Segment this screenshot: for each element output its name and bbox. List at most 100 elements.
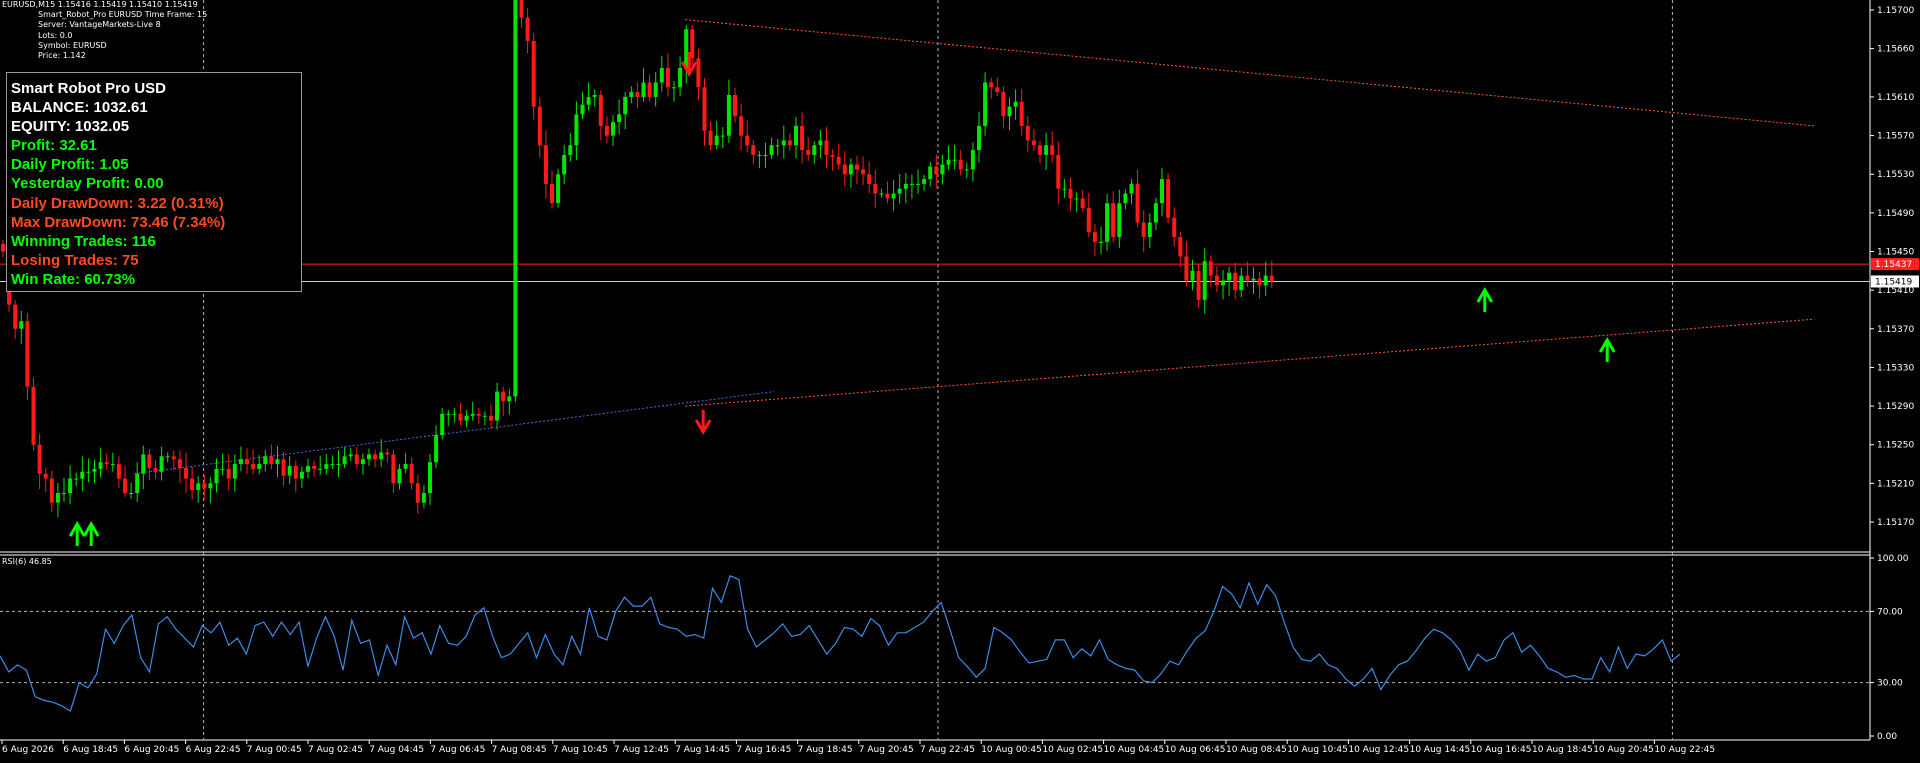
x-tick-label: 7 Aug 20:45 <box>859 745 914 755</box>
candle-body <box>251 464 256 469</box>
candle-body <box>1056 154 1061 189</box>
candle-body <box>232 464 237 479</box>
candle-body <box>1251 278 1256 281</box>
candle-body <box>74 478 79 480</box>
candle-body <box>446 413 451 415</box>
candle-body <box>818 140 823 146</box>
candle-body <box>147 454 152 468</box>
candle-body <box>916 183 920 185</box>
candle-body <box>421 493 426 503</box>
candle-body <box>678 67 683 88</box>
candle-body <box>592 95 597 97</box>
x-tick-label: 10 Aug 18:45 <box>1532 745 1593 755</box>
candle-body <box>92 468 97 472</box>
candle-body <box>98 462 103 469</box>
candle-body <box>80 471 85 479</box>
candle-body <box>220 468 225 470</box>
candle-body <box>226 468 231 479</box>
trendline <box>134 391 775 475</box>
candle-body <box>659 67 664 83</box>
candle-body <box>855 164 859 170</box>
candle-body <box>287 465 292 476</box>
candle-body <box>1135 183 1140 223</box>
x-tick-label: 10 Aug 16:45 <box>1471 745 1532 755</box>
candle-body <box>13 304 18 329</box>
candle-body <box>367 454 371 460</box>
y-tick-label: 1.15370 <box>1877 325 1914 335</box>
rsi-y-tick-label: 30.00 <box>1877 679 1903 689</box>
candle-body <box>1227 272 1232 281</box>
x-tick-label: 10 Aug 08:45 <box>1226 745 1287 755</box>
candle-body <box>269 456 274 465</box>
candle-body <box>586 96 591 105</box>
candle-body <box>409 464 414 484</box>
x-tick-label: 10 Aug 12:45 <box>1348 745 1409 755</box>
candle-body <box>1208 261 1213 276</box>
candle-body <box>787 140 792 146</box>
candle-body <box>525 17 530 41</box>
candle-body <box>995 87 1000 93</box>
candle-body <box>781 140 786 146</box>
y-tick-label: 1.15660 <box>1877 45 1914 55</box>
candle-body <box>604 125 609 136</box>
candle-body <box>385 452 390 455</box>
stats-max-drawdown: Max DrawDown: 73.46 (7.34%) <box>11 213 226 231</box>
candle-body <box>1 243 5 252</box>
candle-body <box>330 464 335 466</box>
candle-body <box>897 188 902 194</box>
indicator-line-2: Server: VantageMarkets-Live 8 <box>38 20 161 30</box>
candle-body <box>1080 198 1085 209</box>
y-tick-label: 1.15210 <box>1877 479 1914 489</box>
y-tick-label: 1.15610 <box>1877 93 1914 103</box>
candle-body <box>1117 203 1122 238</box>
candle-body <box>550 183 554 204</box>
x-tick-label: 7 Aug 12:45 <box>614 745 669 755</box>
candle-body <box>873 183 878 194</box>
candle-body <box>1099 241 1103 243</box>
candle-body <box>452 413 457 415</box>
stats-daily-drawdown: Daily DrawDown: 3.22 (0.31%) <box>11 194 224 212</box>
candle-body <box>141 454 146 474</box>
x-tick-label: 10 Aug 20:45 <box>1593 745 1654 755</box>
candle-body <box>989 82 994 88</box>
candle-body <box>641 82 646 97</box>
candle-body <box>1031 140 1036 146</box>
candle-body <box>745 135 750 146</box>
candle-body <box>519 0 524 18</box>
candle-body <box>196 483 201 491</box>
y-tick-label: 1.15410 <box>1877 286 1914 296</box>
candle-body <box>830 154 835 157</box>
candle-body <box>275 459 280 465</box>
trading-chart[interactable]: 6 Aug 2026 6 Aug 18:45 6 Aug 20:45 6 Aug 22… <box>0 0 1920 759</box>
indicator-line-5: Price: 1.142 <box>38 51 86 61</box>
candle-body <box>348 454 353 457</box>
candle-body <box>1263 275 1268 286</box>
candle-body <box>1184 256 1189 281</box>
x-tick-label: 10 Aug 00:45 <box>981 745 1042 755</box>
stats-title: Smart Robot Pro USD <box>11 80 167 97</box>
buy-arrow-icon <box>82 521 100 546</box>
candle-body <box>922 179 927 184</box>
candle-body <box>373 454 378 460</box>
x-tick-label: 7 Aug 14:45 <box>675 745 730 755</box>
candle-body <box>86 471 91 473</box>
candle-body <box>1147 222 1152 238</box>
candle-body <box>476 413 481 416</box>
candle-body <box>55 493 60 503</box>
stats-win-rate: Win Rate: 60.73% <box>11 270 136 288</box>
y-tick-label: 1.15250 <box>1877 441 1914 451</box>
buy-arrow-icon <box>68 521 86 546</box>
candle-body <box>1221 280 1225 286</box>
candle-body <box>1050 145 1055 155</box>
candle-body <box>19 321 24 329</box>
candle-body <box>812 145 817 155</box>
x-tick-label: 10 Aug 04:45 <box>1104 745 1165 755</box>
candle-body <box>848 164 853 175</box>
candle-body <box>1044 145 1049 155</box>
candle-body <box>739 116 744 136</box>
candle-body <box>397 468 402 484</box>
rsi-y-tick-label: 0.00 <box>1877 732 1897 742</box>
candle-body <box>531 40 536 107</box>
x-tick-label: 7 Aug 06:45 <box>430 745 485 755</box>
candle-body <box>489 415 493 421</box>
